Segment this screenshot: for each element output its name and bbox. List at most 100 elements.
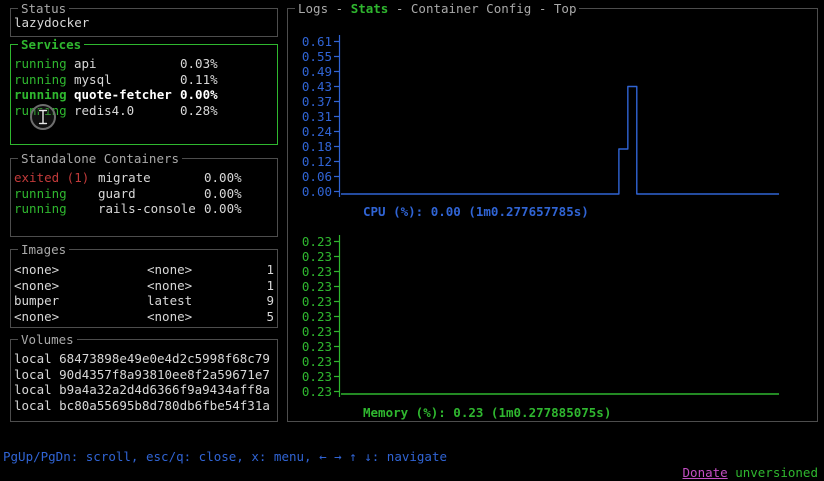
- lazydocker-app: { "colors": { "green": "#2fb72f", "red":…: [0, 0, 824, 462]
- standalone-container-row[interactable]: runningrails-console0.00%: [11, 201, 277, 217]
- y-tick-label: 0.23: [292, 324, 332, 339]
- container-cpu-percent: 0.00%: [204, 170, 242, 186]
- standalone-panel-title: Standalone Containers: [18, 151, 182, 166]
- main-panel-tabs: Logs - Stats - Container Config - Top: [295, 1, 579, 16]
- y-tick-label: 0.23: [292, 339, 332, 354]
- tab-top[interactable]: Top: [554, 1, 577, 16]
- tab-separator: -: [531, 1, 554, 16]
- cpu-percent-line: [341, 87, 779, 195]
- y-tick-label: 0.23: [292, 294, 332, 309]
- stats-panel[interactable]: Logs - Stats - Container Config - Top 0.…: [287, 8, 818, 422]
- container-name: redis4.0: [74, 103, 180, 119]
- standalone-container-row[interactable]: exited (1)migrate0.00%: [11, 170, 277, 186]
- y-tick-label: 0.12: [292, 154, 332, 169]
- tab-container-config[interactable]: Container Config: [411, 1, 531, 16]
- container-cpu-percent: 0.00%: [204, 201, 242, 217]
- volume-name: bc80a55695b8d780db6fbe54f31a: [59, 398, 270, 414]
- version-label: unversioned: [735, 465, 818, 480]
- volume-row[interactable]: local b9a4a32a2d4d6366f9a9434aff8a: [11, 382, 277, 398]
- volumes-list: local 68473898e49e0e4d2c5998f68c79local …: [11, 340, 277, 413]
- y-tick-label: 0.61: [292, 34, 332, 49]
- y-tick-label: 0.23: [292, 384, 332, 399]
- service-row[interactable]: runningapi0.03%: [11, 56, 277, 72]
- y-tick-label: 0.00: [292, 184, 332, 199]
- container-cpu-percent: 0.00%: [180, 87, 218, 103]
- y-tick-label: 0.43: [292, 79, 332, 94]
- y-tick-label: 0.23: [292, 279, 332, 294]
- volume-driver: local: [14, 382, 59, 398]
- volume-driver: local: [14, 367, 59, 383]
- image-count: 9: [266, 293, 274, 309]
- image-count: 1: [266, 262, 274, 278]
- y-tick-label: 0.23: [292, 249, 332, 264]
- image-row[interactable]: <none><none>1: [11, 278, 277, 294]
- cpu-chart-y-axis-labels: 0.610.550.490.430.370.310.240.180.120.06…: [292, 34, 332, 199]
- container-cpu-percent: 0.28%: [180, 103, 218, 119]
- volume-row[interactable]: local 90d4357f8a93810ee8f2a59671e7: [11, 367, 277, 383]
- volume-row[interactable]: local 68473898e49e0e4d2c5998f68c79: [11, 351, 277, 367]
- image-row[interactable]: <none><none>1: [11, 262, 277, 278]
- cpu-chart-label: CPU (%): 0.00 (1m0.277657785s): [363, 204, 589, 219]
- y-tick-label: 0.23: [292, 309, 332, 324]
- volumes-panel[interactable]: Volumes local 68473898e49e0e4d2c5998f68c…: [10, 339, 278, 422]
- container-state: running: [14, 87, 74, 103]
- volume-name: b9a4a32a2d4d6366f9a9434aff8a: [59, 382, 270, 398]
- container-name: migrate: [98, 170, 204, 186]
- services-panel-title: Services: [18, 37, 84, 52]
- image-count: 5: [266, 309, 274, 325]
- service-row[interactable]: runningmysql0.11%: [11, 72, 277, 88]
- container-name: quote-fetcher: [74, 87, 180, 103]
- service-row[interactable]: runningquote-fetcher0.00%: [11, 87, 277, 103]
- y-tick-label: 0.49: [292, 64, 332, 79]
- y-tick-label: 0.23: [292, 369, 332, 384]
- tab-separator: -: [388, 1, 411, 16]
- volume-row[interactable]: local bc80a55695b8d780db6fbe54f31a: [11, 398, 277, 414]
- y-tick-label: 0.23: [292, 264, 332, 279]
- images-panel[interactable]: Images <none><none>1<none><none>1bumperl…: [10, 249, 278, 328]
- container-state: running: [14, 201, 98, 217]
- tab-separator: -: [328, 1, 351, 16]
- container-name: guard: [98, 186, 204, 202]
- keybindings-help: PgUp/PgDn: scroll, esc/q: close, x: menu…: [3, 449, 447, 465]
- volume-driver: local: [14, 398, 59, 414]
- y-tick-label: 0.24: [292, 124, 332, 139]
- status-bar-right: Donate unversioned: [683, 465, 818, 481]
- standalone-container-row[interactable]: runningguard0.00%: [11, 186, 277, 202]
- donate-link[interactable]: Donate: [683, 465, 728, 480]
- memory-chart-label: Memory (%): 0.23 (1m0.277885075s): [363, 405, 611, 420]
- memory-chart: [334, 233, 816, 405]
- image-tag: latest: [147, 293, 266, 309]
- standalone-list: exited (1)migrate0.00%runningguard0.00%r…: [11, 159, 277, 217]
- image-row[interactable]: <none><none>5: [11, 309, 277, 325]
- container-state: running: [14, 56, 74, 72]
- mouse-cursor-icon: [29, 103, 57, 131]
- container-cpu-percent: 0.00%: [204, 186, 242, 202]
- image-repo: <none>: [14, 278, 147, 294]
- volumes-panel-title: Volumes: [18, 332, 77, 347]
- y-tick-label: 0.37: [292, 94, 332, 109]
- image-tag: <none>: [147, 278, 266, 294]
- volume-name: 90d4357f8a93810ee8f2a59671e7: [59, 367, 270, 383]
- memory-chart-y-axis-labels: 0.230.230.230.230.230.230.230.230.230.23…: [292, 234, 332, 399]
- cpu-chart: [334, 33, 816, 205]
- y-tick-label: 0.18: [292, 139, 332, 154]
- tab-stats[interactable]: Stats: [351, 1, 389, 16]
- status-panel[interactable]: Status lazydocker: [10, 8, 278, 37]
- image-tag: <none>: [147, 262, 266, 278]
- standalone-containers-panel[interactable]: Standalone Containers exited (1)migrate0…: [10, 158, 278, 237]
- tab-logs[interactable]: Logs: [298, 1, 328, 16]
- volume-driver: local: [14, 351, 59, 367]
- status-panel-title: Status: [18, 1, 69, 16]
- container-state: running: [14, 72, 74, 88]
- container-state: exited (1): [14, 170, 98, 186]
- image-repo: bumper: [14, 293, 147, 309]
- y-tick-label: 0.23: [292, 354, 332, 369]
- y-tick-label: 0.55: [292, 49, 332, 64]
- container-cpu-percent: 0.03%: [180, 56, 218, 72]
- y-tick-label: 0.31: [292, 109, 332, 124]
- container-cpu-percent: 0.11%: [180, 72, 218, 88]
- y-tick-label: 0.23: [292, 234, 332, 249]
- image-row[interactable]: bumperlatest9: [11, 293, 277, 309]
- status-bar: PgUp/PgDn: scroll, esc/q: close, x: menu…: [0, 433, 824, 449]
- image-repo: <none>: [14, 262, 147, 278]
